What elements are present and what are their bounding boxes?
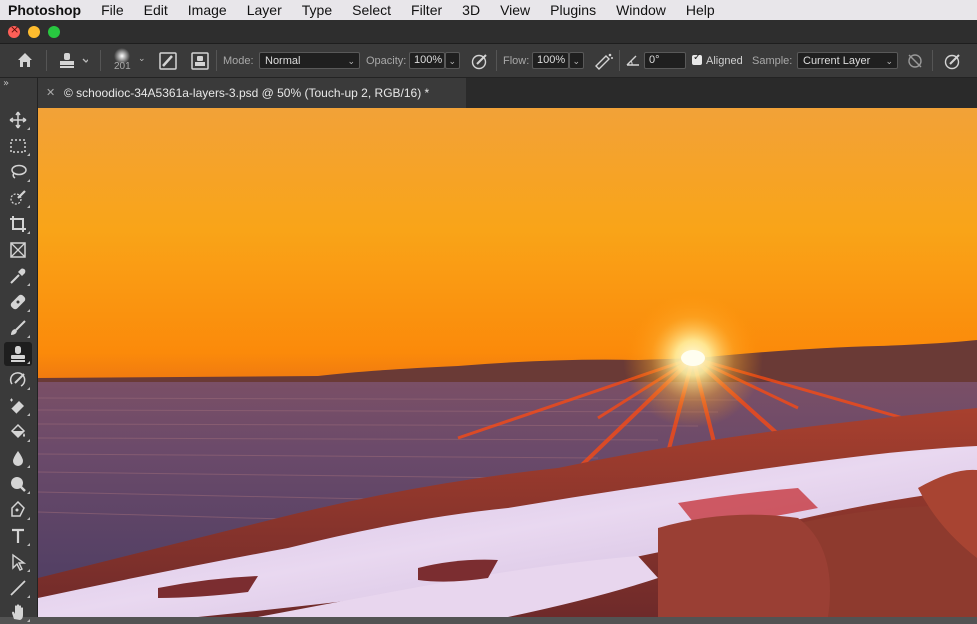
home-icon[interactable] (16, 51, 34, 72)
chevron-down-icon: ⌄ (572, 56, 580, 66)
close-window-button[interactable] (8, 23, 20, 38)
blur-tool[interactable] (4, 446, 32, 470)
menu-window[interactable]: Window (606, 0, 676, 20)
aligned-label: Aligned (706, 54, 743, 67)
lasso-tool[interactable] (4, 160, 32, 184)
crop-tool[interactable] (4, 212, 32, 236)
type-tool[interactable] (4, 524, 32, 548)
paint-bucket-tool[interactable] (4, 420, 32, 444)
document-tab[interactable]: ✕ © schoodioc-34A5361a-layers-3.psd @ 50… (38, 78, 466, 108)
marquee-tool[interactable] (4, 134, 32, 158)
eyedropper-tool[interactable] (4, 264, 32, 288)
opacity-value: 100% (414, 54, 443, 66)
sample-select[interactable]: Current Layer ⌄ (797, 52, 898, 69)
mode-select[interactable]: Normal ⌄ (259, 52, 360, 69)
hand-tool[interactable] (4, 600, 32, 624)
chevron-down-icon: ⌄ (448, 56, 456, 66)
pen-tool[interactable] (4, 498, 32, 522)
expand-panel-icon[interactable]: » (3, 78, 9, 89)
eraser-tool[interactable] (4, 394, 32, 418)
mode-label: Mode: (223, 54, 254, 67)
ignore-adjustment-layers-icon[interactable] (906, 52, 924, 73)
menu-select[interactable]: Select (342, 0, 401, 20)
sample-value: Current Layer (803, 55, 871, 67)
pressure-opacity-icon[interactable] (471, 52, 489, 73)
line-tool[interactable] (4, 576, 32, 600)
chevron-down-icon: ⌄ (885, 56, 893, 66)
path-selection-tool[interactable] (4, 550, 32, 574)
minimize-window-button[interactable] (28, 26, 40, 38)
angle-icon (626, 53, 640, 70)
angle-field[interactable]: 0° (644, 52, 686, 69)
history-brush-tool[interactable] (4, 368, 32, 392)
aligned-checkbox[interactable] (692, 52, 702, 65)
menu-file[interactable]: File (91, 0, 134, 20)
tools-panel: » (0, 78, 38, 622)
brush-tool[interactable] (4, 316, 32, 340)
menu-layer[interactable]: Layer (237, 0, 292, 20)
frame-tool[interactable] (4, 238, 32, 262)
angle-value: 0° (649, 54, 660, 66)
clone-stamp-preset-icon[interactable] (58, 52, 90, 73)
toggle-brush-settings-icon[interactable] (159, 52, 177, 73)
window-titlebar (0, 20, 977, 44)
menu-type[interactable]: Type (292, 0, 342, 20)
menu-filter[interactable]: Filter (401, 0, 452, 20)
flow-value: 100% (537, 54, 566, 66)
pressure-size-icon[interactable] (944, 52, 962, 73)
options-bar: 201 ⌄ Mode: Normal ⌄ Opacity: 100% ⌄ Flo… (0, 44, 977, 78)
close-tab-icon[interactable]: ✕ (46, 78, 55, 108)
opacity-dropdown[interactable]: ⌄ (445, 52, 460, 69)
flow-label: Flow: (503, 54, 530, 67)
menu-plugins[interactable]: Plugins (540, 0, 606, 20)
menu-bar: Photoshop File Edit Image Layer Type Sel… (0, 0, 977, 20)
flow-field[interactable]: 100% (532, 52, 569, 69)
document-tab-title: © schoodioc-34A5361a-layers-3.psd @ 50% … (64, 86, 430, 100)
flow-dropdown[interactable]: ⌄ (569, 52, 584, 69)
clone-stamp-tool[interactable] (4, 342, 32, 366)
chevron-down-icon: ⌄ (347, 56, 355, 66)
menu-app-name[interactable]: Photoshop (0, 0, 91, 20)
document-tab-bar: ✕ © schoodioc-34A5361a-layers-3.psd @ 50… (38, 78, 977, 108)
healing-brush-tool[interactable] (4, 290, 32, 314)
opacity-label: Opacity: (366, 54, 407, 67)
menu-view[interactable]: View (490, 0, 540, 20)
sample-label: Sample: (752, 54, 793, 67)
sunset-photo (38, 108, 977, 617)
document-canvas[interactable] (38, 108, 977, 617)
quick-selection-tool[interactable] (4, 186, 32, 210)
menu-edit[interactable]: Edit (134, 0, 178, 20)
clone-source-panel-icon[interactable] (191, 52, 209, 73)
opacity-field[interactable]: 100% (409, 52, 445, 69)
menu-image[interactable]: Image (178, 0, 237, 20)
airbrush-icon[interactable] (594, 52, 614, 73)
brush-size-readout: 201 (114, 60, 131, 72)
chevron-down-icon[interactable]: ⌄ (138, 54, 146, 64)
mode-value: Normal (265, 55, 301, 67)
menu-help[interactable]: Help (676, 0, 725, 20)
dodge-tool[interactable] (4, 472, 32, 496)
move-tool[interactable] (4, 108, 32, 132)
zoom-window-button[interactable] (48, 26, 60, 38)
menu-3d[interactable]: 3D (452, 0, 490, 20)
